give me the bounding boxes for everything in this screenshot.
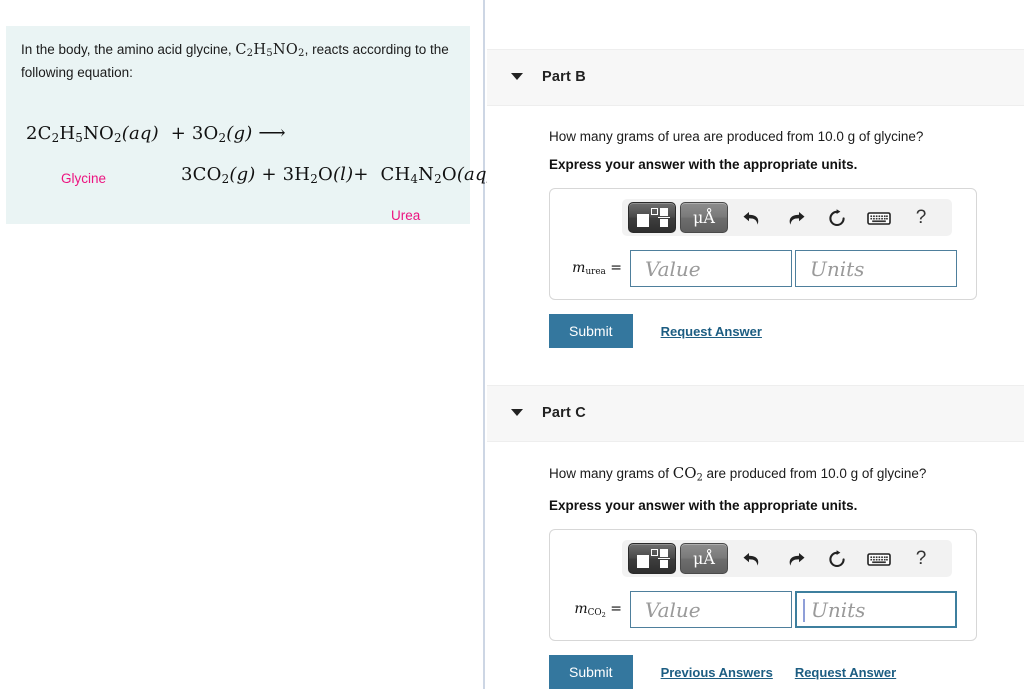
part-c-header[interactable]: Part C xyxy=(487,385,1024,442)
math-template-icon xyxy=(637,207,670,228)
part-b-equals-sign: = xyxy=(610,259,622,276)
part-c-variable-label: mCO2 = xyxy=(562,601,630,619)
part-b-variable-symbol: m xyxy=(572,259,586,276)
part-b-question-text: How many grams of urea are produced from… xyxy=(549,129,924,144)
urea-annotation: Urea xyxy=(391,208,421,223)
part-b-question: How many grams of urea are produced from… xyxy=(549,106,1024,146)
part-c-question-before: How many grams of xyxy=(549,466,673,481)
part-b-value-input[interactable]: Value xyxy=(630,250,792,287)
part-c-variable-subsub-text: 2 xyxy=(601,611,606,620)
equation-products: 3CO2(g) + 3H2O(l)+ CH4N2O(aq) xyxy=(181,164,494,186)
part-c-answer-widget: μÅ ? mCO2 = Value Units xyxy=(549,529,977,642)
problem-panel: In the body, the amino acid glycine, C2H… xyxy=(0,0,494,689)
part-c-question: How many grams of CO2 are produced from … xyxy=(549,442,1024,487)
part-c-block: Part C How many grams of CO2 are produce… xyxy=(487,385,1024,689)
part-b-value-placeholder: Value xyxy=(645,256,701,281)
part-c-instruction: Express your answer with the appropriate… xyxy=(549,498,858,514)
units-button-label: μÅ xyxy=(693,207,715,227)
part-c-variable-subscript: CO2 xyxy=(587,608,606,620)
part-c-variable-sub-text: CO xyxy=(587,608,602,619)
redo-icon[interactable] xyxy=(774,202,816,233)
problem-intro-text: In the body, the amino acid glycine, C2H… xyxy=(21,40,457,82)
part-c-request-answer-link[interactable]: Request Answer xyxy=(795,665,896,680)
units-button[interactable]: μÅ xyxy=(680,202,728,233)
part-b-units-input[interactable]: Units xyxy=(795,250,957,287)
math-template-button[interactable] xyxy=(628,543,676,575)
redo-icon[interactable] xyxy=(774,543,816,574)
part-c-body: How many grams of CO2 are produced from … xyxy=(487,442,1024,689)
part-b-block: Part B How many grams of urea are produc… xyxy=(487,49,1024,348)
problem-intro-before: In the body, the amino acid glycine, xyxy=(21,42,236,57)
part-c-units-placeholder: Units xyxy=(811,597,866,622)
help-button[interactable]: ? xyxy=(900,543,942,574)
chevron-down-icon[interactable] xyxy=(511,73,523,80)
units-button[interactable]: μÅ xyxy=(680,543,728,575)
answer-panel: Part B How many grams of urea are produc… xyxy=(487,0,1024,689)
part-c-actions: Submit Previous Answers Request Answer xyxy=(549,655,1024,689)
keyboard-icon[interactable] xyxy=(858,202,900,233)
part-b-body: How many grams of urea are produced from… xyxy=(487,106,1024,348)
glycine-formula-inline: C2H5NO2 xyxy=(235,42,305,60)
part-b-answer-widget: μÅ ? murea = Value Units xyxy=(549,188,977,300)
math-template-button[interactable] xyxy=(628,202,676,233)
part-b-actions: Submit Request Answer xyxy=(549,314,1024,348)
part-c-variable-symbol: m xyxy=(574,600,588,617)
undo-icon[interactable] xyxy=(732,202,774,233)
keyboard-icon[interactable] xyxy=(858,543,900,574)
help-button[interactable]: ? xyxy=(900,202,942,233)
math-template-icon xyxy=(637,548,670,569)
part-b-units-placeholder: Units xyxy=(810,256,865,281)
part-b-header[interactable]: Part B xyxy=(487,49,1024,106)
part-c-units-input[interactable]: Units xyxy=(795,591,957,629)
part-c-title: Part C xyxy=(542,405,586,421)
part-c-answer-row: mCO2 = Value Units xyxy=(550,591,976,629)
problem-statement-box: In the body, the amino acid glycine, C2H… xyxy=(6,26,494,224)
part-b-title: Part B xyxy=(542,69,586,85)
part-c-value-input[interactable]: Value xyxy=(630,591,792,629)
glycine-annotation: Glycine xyxy=(61,171,107,186)
undo-icon[interactable] xyxy=(732,543,774,574)
part-c-previous-answers-link[interactable]: Previous Answers xyxy=(661,665,773,680)
part-c-math-toolbar: μÅ ? xyxy=(622,540,952,578)
part-b-math-toolbar: μÅ ? xyxy=(622,199,952,236)
part-b-request-answer-link[interactable]: Request Answer xyxy=(661,324,762,339)
equation-reactants: 2C2H5NO2(aq) + 3O2(g) ⟶ xyxy=(26,122,286,145)
help-label: ? xyxy=(915,206,927,228)
part-c-value-placeholder: Value xyxy=(645,597,701,622)
part-b-answer-row: murea = Value Units xyxy=(550,250,976,287)
part-c-question-after: are produced from 10.0 g of glycine? xyxy=(702,466,927,481)
part-b-variable-label: murea = xyxy=(562,260,630,277)
units-button-label: μÅ xyxy=(693,548,715,568)
text-cursor xyxy=(803,599,805,623)
part-c-submit-button[interactable]: Submit xyxy=(549,655,633,689)
reset-icon[interactable] xyxy=(816,202,858,233)
part-b-submit-button[interactable]: Submit xyxy=(549,314,633,348)
part-b-variable-subscript: urea xyxy=(585,267,606,278)
chevron-down-icon[interactable] xyxy=(511,409,523,416)
co2-formula-inline: CO2 xyxy=(672,464,703,484)
help-label: ? xyxy=(915,547,927,569)
reset-icon[interactable] xyxy=(816,543,858,574)
part-c-equals-sign: = xyxy=(610,600,622,617)
part-b-instruction: Express your answer with the appropriate… xyxy=(549,157,858,172)
